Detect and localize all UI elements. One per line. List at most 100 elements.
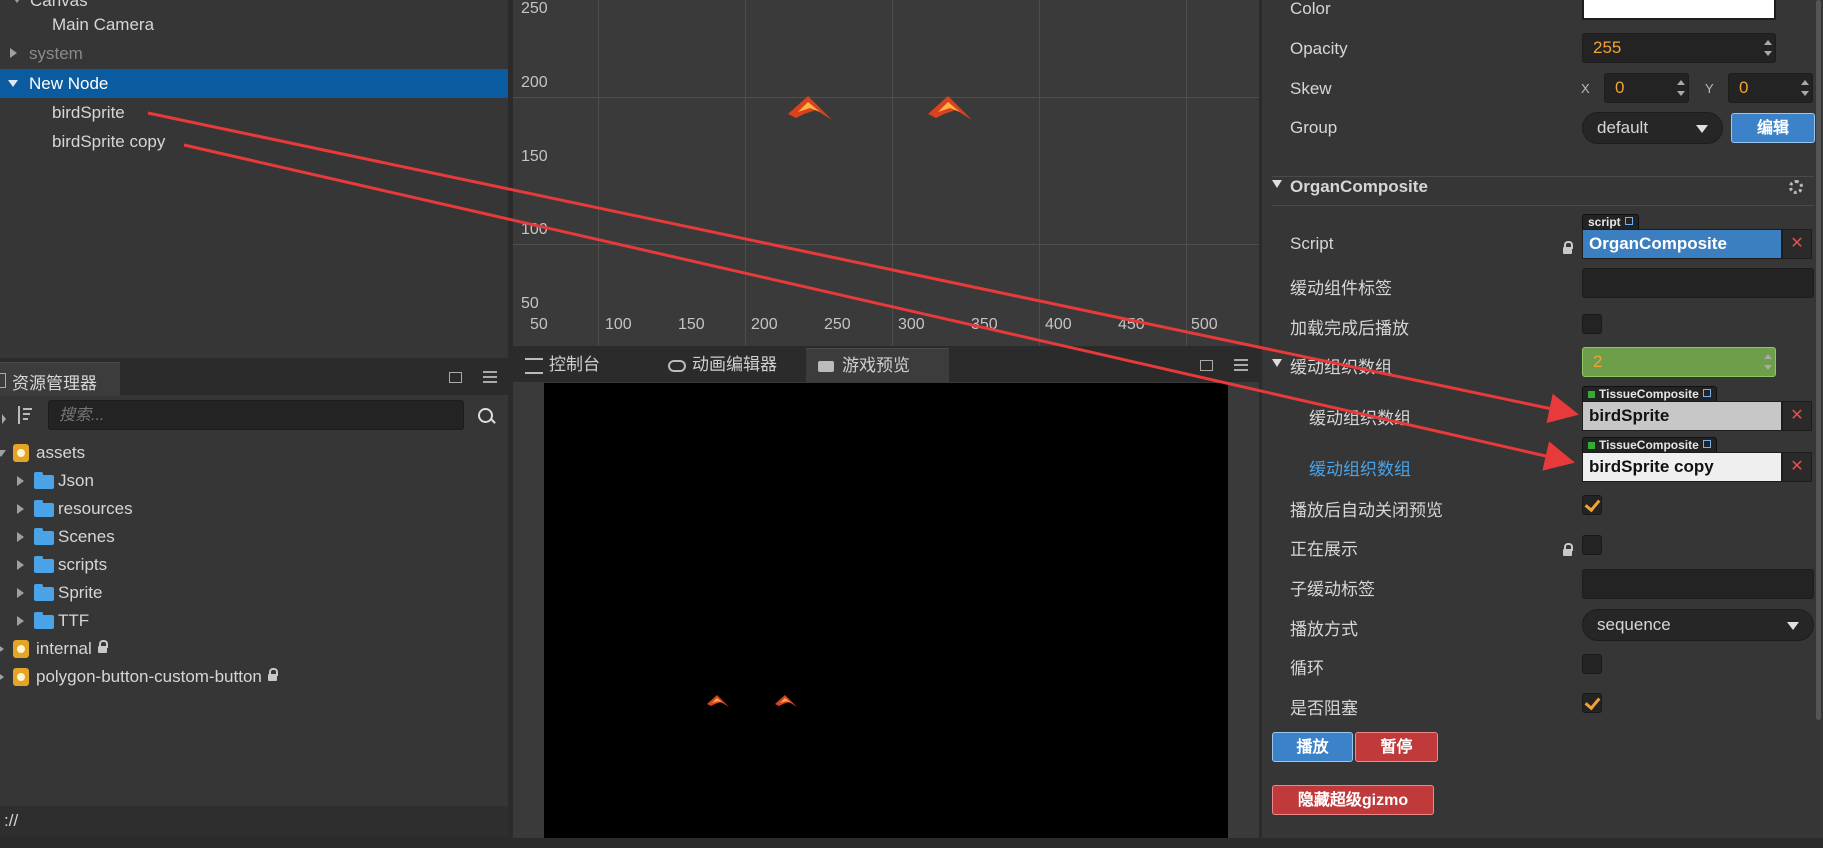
expand-arrow-icon[interactable] bbox=[17, 588, 24, 598]
asset-item-scripts[interactable]: scripts bbox=[0, 551, 508, 579]
play-button[interactable]: 播放 bbox=[1272, 732, 1353, 762]
status-bar: :// bbox=[0, 806, 508, 836]
tab-assets[interactable]: 资源管理器 bbox=[0, 362, 120, 396]
expand-arrow-icon[interactable] bbox=[0, 644, 4, 654]
expand-arrow-icon[interactable] bbox=[10, 48, 17, 58]
asset-search-input[interactable]: 搜索... bbox=[48, 400, 464, 430]
hierarchy-item-birdsprite-copy[interactable]: birdSprite copy bbox=[0, 127, 508, 156]
sort-icon[interactable] bbox=[16, 406, 32, 424]
autoplay-label: 加载完成后播放 bbox=[1290, 319, 1409, 338]
tab-game-preview[interactable]: 游戏预览 bbox=[806, 348, 949, 382]
hierarchy-item-label: birdSprite bbox=[52, 103, 125, 122]
folder-icon bbox=[34, 528, 54, 545]
elem2-type-tag: TissueComposite bbox=[1582, 437, 1717, 453]
lock-icon bbox=[97, 640, 108, 654]
external-link-icon[interactable] bbox=[1702, 440, 1711, 448]
hierarchy-item-main-camera[interactable]: Main Camera bbox=[0, 10, 508, 39]
asset-item-scenes[interactable]: Scenes bbox=[0, 523, 508, 551]
expand-arrow-icon[interactable] bbox=[17, 616, 24, 626]
child-tag-input[interactable] bbox=[1582, 569, 1814, 599]
bird-sprite-copy-icon[interactable] bbox=[926, 92, 974, 126]
asset-item-ttf[interactable]: TTF bbox=[0, 607, 508, 635]
loop-checkbox[interactable] bbox=[1582, 654, 1602, 674]
script-remove-button[interactable]: ✕ bbox=[1782, 229, 1812, 259]
gear-icon[interactable] bbox=[1789, 180, 1803, 194]
collapse-arrow-icon[interactable] bbox=[0, 450, 6, 457]
asset-label: polygon-button-custom-button bbox=[36, 663, 278, 691]
tab-animation-editor[interactable]: 动画编辑器 bbox=[668, 348, 777, 382]
expand-arrow-icon[interactable] bbox=[17, 504, 24, 514]
stepper-icon[interactable] bbox=[1761, 34, 1775, 62]
tween-tag-input[interactable] bbox=[1582, 268, 1814, 298]
showing-label: 正在展示 bbox=[1290, 540, 1358, 559]
skew-y-label: Y bbox=[1705, 81, 1714, 96]
menu-icon[interactable] bbox=[1234, 359, 1248, 371]
asset-item-internal[interactable]: internal bbox=[0, 635, 508, 663]
array-element-1-remove-button[interactable]: ✕ bbox=[1782, 401, 1812, 431]
search-icon[interactable] bbox=[478, 408, 496, 424]
array-element-2-field[interactable]: birdSprite copy bbox=[1582, 452, 1782, 482]
menu-icon[interactable] bbox=[483, 371, 497, 383]
array-element-1-field[interactable]: birdSprite bbox=[1582, 401, 1782, 431]
collapse-arrow-icon[interactable] bbox=[1272, 359, 1282, 367]
asset-label: internal bbox=[36, 635, 108, 663]
tween-tag-label: 缓动组件标签 bbox=[1290, 279, 1392, 298]
array-element-2-remove-button[interactable]: ✕ bbox=[1782, 452, 1812, 482]
popout-icon[interactable] bbox=[449, 372, 462, 383]
asset-item-assets[interactable]: assets bbox=[0, 439, 508, 467]
play-mode-select[interactable]: sequence bbox=[1582, 609, 1814, 641]
pause-button[interactable]: 暂停 bbox=[1355, 732, 1438, 762]
external-link-icon[interactable] bbox=[1624, 217, 1633, 225]
inspector-scrollbar[interactable] bbox=[1816, 0, 1821, 720]
array-size-input[interactable]: 2 bbox=[1582, 347, 1776, 377]
bird-sprite-icon[interactable] bbox=[786, 92, 834, 126]
opacity-input[interactable]: 255 bbox=[1582, 33, 1776, 63]
inspector-panel: Color Opacity 255 Skew X 0 Y 0 Group def… bbox=[1262, 0, 1823, 838]
expand-arrow-icon[interactable] bbox=[17, 476, 24, 486]
popout-icon[interactable] bbox=[1200, 360, 1213, 371]
asset-item-sprite[interactable]: Sprite bbox=[0, 579, 508, 607]
autoclose-checkbox[interactable] bbox=[1582, 495, 1602, 515]
scene-view[interactable]: 250 200 150 100 50 50 100 150 200 250 30… bbox=[513, 0, 1259, 346]
console-icon bbox=[525, 357, 543, 374]
expand-arrow-icon[interactable] bbox=[12, 0, 22, 3]
tab-console[interactable]: 控制台 bbox=[525, 348, 600, 382]
x-tick-label: 200 bbox=[751, 316, 778, 333]
game-canvas[interactable] bbox=[544, 383, 1228, 838]
hierarchy-item-system[interactable]: system bbox=[0, 39, 508, 68]
create-arrow-icon[interactable] bbox=[2, 414, 6, 424]
asset-item-polygon-button[interactable]: polygon-button-custom-button bbox=[0, 663, 508, 691]
hierarchy-item-new-node[interactable]: New Node bbox=[0, 69, 508, 98]
color-swatch[interactable] bbox=[1582, 0, 1776, 20]
collapse-arrow-icon[interactable] bbox=[8, 80, 18, 87]
external-link-icon[interactable] bbox=[1702, 389, 1711, 397]
block-checkbox[interactable] bbox=[1582, 693, 1602, 713]
expand-arrow-icon[interactable] bbox=[17, 532, 24, 542]
asset-label: TTF bbox=[58, 611, 90, 630]
showing-checkbox[interactable] bbox=[1582, 535, 1602, 555]
skew-y-input[interactable]: 0 bbox=[1728, 73, 1813, 103]
stepper-icon[interactable] bbox=[1798, 74, 1812, 102]
x-tick-label: 250 bbox=[824, 316, 851, 333]
hierarchy-panel: Canvas Main Camera system New Node birdS… bbox=[0, 0, 508, 358]
hide-gizmo-button[interactable]: 隐藏超级gizmo bbox=[1272, 785, 1434, 815]
group-edit-button[interactable]: 编辑 bbox=[1731, 113, 1815, 143]
stepper-icon[interactable] bbox=[1674, 74, 1688, 102]
stepper-icon[interactable] bbox=[1761, 348, 1775, 376]
expand-arrow-icon[interactable] bbox=[0, 672, 4, 682]
asset-label: Scenes bbox=[58, 527, 115, 546]
asset-item-resources[interactable]: resources bbox=[0, 495, 508, 523]
expand-arrow-icon[interactable] bbox=[17, 560, 24, 570]
asset-item-json[interactable]: Json bbox=[0, 467, 508, 495]
folder-icon bbox=[34, 556, 54, 573]
group-select[interactable]: default bbox=[1582, 112, 1723, 144]
collapse-arrow-icon[interactable] bbox=[1272, 180, 1282, 188]
autoplay-checkbox[interactable] bbox=[1582, 314, 1602, 334]
assets-tabbar: 资源管理器 bbox=[0, 360, 508, 396]
skew-x-input[interactable]: 0 bbox=[1604, 73, 1689, 103]
hierarchy-item-label: Main Camera bbox=[52, 15, 155, 34]
x-tick-label: 500 bbox=[1191, 316, 1218, 333]
x-tick-label: 100 bbox=[605, 316, 632, 333]
script-field[interactable]: OrganComposite bbox=[1582, 229, 1782, 259]
hierarchy-item-birdsprite[interactable]: birdSprite bbox=[0, 98, 508, 127]
